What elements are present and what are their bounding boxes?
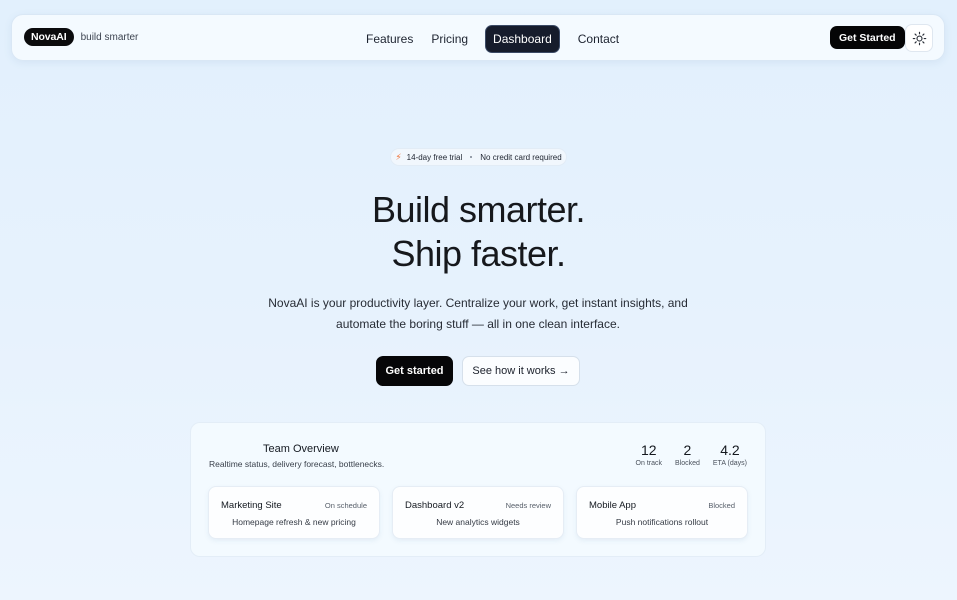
hero-subtitle-line-1: NovaAI is your productivity layer. Centr… [268,296,688,310]
brand: NovaAI build smarter [24,28,138,46]
nav-link-dashboard[interactable]: Dashboard [485,25,560,53]
see-how-it-works-button[interactable]: See how it works → [462,356,580,386]
card-description: New analytics widgets [436,517,520,527]
nav-link-contact[interactable]: Contact [569,27,628,51]
card-description: Push notifications rollout [615,517,709,527]
bolt-icon: ⚡︎ [395,151,402,162]
sun-icon [912,31,926,45]
trial-badge: ⚡︎ 14-day free trial No credit card requ… [390,148,567,166]
stat-eta: 4.2 ETA (days) [713,443,747,467]
stats-group: 12 On track 2 Blocked 4.2 ETA (days) [636,443,747,467]
stat-label: On track [635,460,662,467]
hero-subtitle-line-2: automate the boring stuff — all in one c… [336,316,620,331]
hero-subtitle: NovaAI is your productivity layer. Centr… [258,293,698,334]
stat-value: 2 [683,442,692,458]
project-card-mobile-app[interactable]: Mobile App Blocked Push notifications ro… [576,486,748,539]
card-title: Mobile App [589,500,637,511]
panel-subtitle: Realtime status, delivery forecast, bott… [209,459,385,469]
separator-dot [470,156,473,158]
get-started-nav-button[interactable]: Get Started [830,26,905,49]
hero-title: Build smarter. Ship faster. [0,188,957,276]
stat-value: 12 [640,442,657,458]
project-card-dashboard-v2[interactable]: Dashboard v2 Needs review New analytics … [392,486,564,539]
nav-link-pricing[interactable]: Pricing [422,27,477,51]
card-title: Dashboard v2 [405,500,465,511]
project-card-marketing-site[interactable]: Marketing Site On schedule Homepage refr… [208,486,380,539]
brand-tagline: build smarter [80,31,139,43]
get-started-button[interactable]: Get started [376,356,453,386]
stat-on-track: 12 On track [636,443,662,467]
stat-label: Blocked [674,460,700,467]
top-navbar: NovaAI build smarter Features Pricing Da… [11,14,945,61]
nav-link-features[interactable]: Features [357,27,422,51]
hero-title-line-2: Ship faster. [391,233,566,274]
stat-label: ETA (days) [712,460,747,467]
logo[interactable]: NovaAI [24,28,74,46]
nav-links: Features Pricing Dashboard Contact [357,25,628,53]
hero-title-line-1: Build smarter. [371,189,586,230]
card-description: Homepage refresh & new pricing [232,517,356,527]
card-title: Marketing Site [221,500,282,511]
card-status: On schedule [324,501,367,510]
card-status: Blocked [708,501,735,510]
theme-toggle-button[interactable] [905,24,933,52]
stat-blocked: 2 Blocked [675,443,700,467]
card-status: Needs review [505,501,551,510]
panel-title: Team Overview [263,443,339,455]
no-card-text: No credit card required [480,152,562,162]
stat-value: 4.2 [720,442,740,458]
trial-badge-text: 14-day free trial [406,152,463,162]
